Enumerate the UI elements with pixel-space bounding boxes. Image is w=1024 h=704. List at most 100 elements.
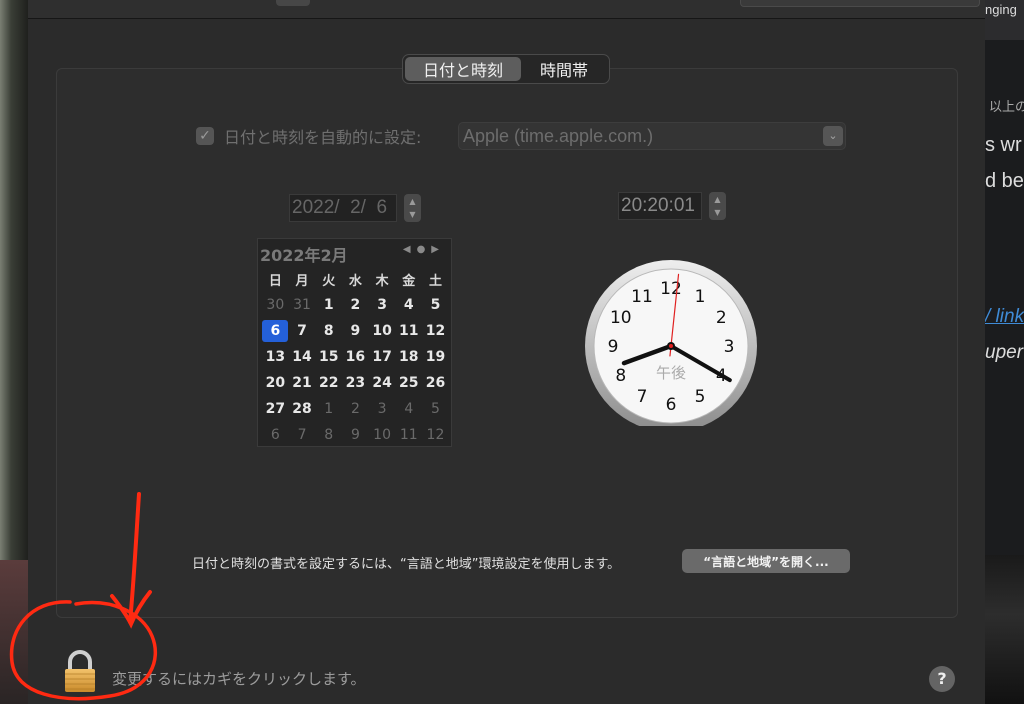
calendar-day-number: 4 xyxy=(403,297,414,313)
clock-center-dot xyxy=(669,344,673,348)
calendar-day[interactable]: 28 xyxy=(289,401,316,417)
background-text-row3: d be xyxy=(985,170,1024,192)
clock-numeral: 11 xyxy=(631,287,653,307)
calendar-day[interactable]: 7 xyxy=(289,323,316,339)
settings-panel xyxy=(56,68,958,618)
calendar-day[interactable]: 27 xyxy=(262,401,289,417)
background-photo xyxy=(985,555,1024,704)
calendar-day[interactable]: 10 xyxy=(369,427,396,443)
calendar-day[interactable]: 7 xyxy=(289,427,316,443)
calendar-day-number: 1 xyxy=(323,297,334,313)
calendar-day[interactable]: 31 xyxy=(289,297,316,313)
prev-month-icon[interactable]: ◀ xyxy=(403,244,417,255)
calendar-day-number: 1 xyxy=(324,401,334,417)
background-text-top: nging xyxy=(985,2,1017,17)
weekday-label: 土 xyxy=(428,273,442,289)
calendar-day[interactable]: 4 xyxy=(395,297,422,313)
toolbar-button[interactable] xyxy=(276,0,310,6)
calendar-day[interactable]: 6 xyxy=(262,427,289,443)
chevron-down-icon[interactable]: ⌄ xyxy=(823,126,843,146)
calendar-day[interactable]: 4 xyxy=(395,401,422,417)
calendar-day[interactable]: 3 xyxy=(369,401,396,417)
calendar-day[interactable]: 12 xyxy=(422,427,449,443)
calendar-day[interactable]: 8 xyxy=(315,427,342,443)
clock-numeral: 9 xyxy=(608,337,619,357)
calendar-week-row: 6 7 8 9 10 11 12 xyxy=(262,422,449,448)
calendar-day-number: 2 xyxy=(350,297,361,313)
calendar-day[interactable]: 10 xyxy=(369,323,396,339)
calendar-day[interactable]: 3 xyxy=(369,297,396,313)
weekday-label: 木 xyxy=(375,273,389,289)
calendar-day[interactable]: 18 xyxy=(395,349,422,365)
calendar-day[interactable]: 17 xyxy=(369,349,396,365)
toolbar-search-field[interactable] xyxy=(740,0,980,7)
calendar-day[interactable]: 24 xyxy=(369,375,396,391)
help-button[interactable]: ? xyxy=(929,666,955,692)
calendar-day-number: 11 xyxy=(399,323,419,339)
calendar-day[interactable]: 11 xyxy=(395,323,422,339)
calendar-day[interactable]: 26 xyxy=(422,375,449,391)
calendar-day[interactable]: 23 xyxy=(342,375,369,391)
calendar-week-row: 30 31 1 2 3 4 5 xyxy=(262,292,449,318)
calendar-day[interactable]: 1 xyxy=(315,297,342,313)
clock-numeral: 6 xyxy=(666,395,677,415)
time-server-value: Apple (time.apple.com.) xyxy=(463,126,654,146)
calendar-day-number: 20 xyxy=(265,375,286,391)
today-dot-icon[interactable]: ● xyxy=(417,244,432,255)
calendar-week-row: 13 14 15 16 17 18 19 xyxy=(262,344,449,370)
calendar-day[interactable]: 13 xyxy=(262,349,289,365)
calendar-day-number: 3 xyxy=(377,297,387,313)
format-hint-text: 日付と時刻の書式を設定するには、“言語と地域”環境設定を使用します。 xyxy=(192,557,621,572)
calendar-day[interactable]: 5 xyxy=(422,297,449,313)
calendar-day[interactable]: 8 xyxy=(315,323,342,339)
calendar-day[interactable]: 30 xyxy=(262,297,289,313)
calendar-day-number: 12 xyxy=(425,323,446,339)
clock-numeral: 5 xyxy=(695,387,706,407)
calendar-day[interactable]: 2 xyxy=(342,297,369,313)
background-window: nging 以上の s wr d be / link uper xyxy=(985,0,1024,704)
calendar-day-number: 24 xyxy=(372,375,392,391)
calendar-day-number: 12 xyxy=(426,427,445,443)
calendar-day[interactable]: 12 xyxy=(422,323,449,339)
auto-set-checkbox[interactable]: ✓ xyxy=(196,127,214,145)
calendar-day[interactable]: 21 xyxy=(289,375,316,391)
open-language-region-button[interactable]: “言語と地域”を開く... xyxy=(682,549,850,573)
calendar-day-number: 7 xyxy=(297,323,307,339)
calendar-day-number: 18 xyxy=(399,349,419,365)
time-server-select[interactable]: Apple (time.apple.com.) ⌄ xyxy=(458,122,846,150)
background-app-strip xyxy=(0,0,28,704)
calendar-day-number: 14 xyxy=(292,349,312,365)
time-stepper[interactable]: ▲ ▼ xyxy=(709,192,726,220)
calendar-day[interactable]: 9 xyxy=(342,427,369,443)
auto-set-label: 日付と時刻を自動的に設定: xyxy=(224,128,422,147)
calendar-day-number: 19 xyxy=(425,349,446,365)
calendar-day-number: 26 xyxy=(425,375,446,391)
time-field[interactable]: 20:20:01 xyxy=(618,192,702,220)
calendar-day[interactable]: 2 xyxy=(342,401,369,417)
calendar-day[interactable]: 25 xyxy=(395,375,422,391)
weekday-label: 水 xyxy=(348,273,362,289)
calendar-day[interactable]: 15 xyxy=(315,349,342,365)
background-text-row1: 以上の xyxy=(989,99,1024,114)
calendar-day-number: 30 xyxy=(266,297,285,313)
clock-numeral: 10 xyxy=(610,308,632,328)
calendar-day-number: 8 xyxy=(323,323,334,339)
calendar-day[interactable]: 20 xyxy=(262,375,289,391)
calendar-day[interactable]: 22 xyxy=(315,375,342,391)
tab-date-time[interactable]: 日付と時刻 xyxy=(405,57,521,81)
date-stepper[interactable]: ▲ ▼ xyxy=(404,194,421,222)
calendar-day[interactable]: 9 xyxy=(342,323,369,339)
lock-icon[interactable] xyxy=(62,650,98,694)
calendar-day[interactable]: 14 xyxy=(289,349,316,365)
calendar-day[interactable]: 1 xyxy=(315,401,342,417)
calendar-grid: 日月火水木金土 30 31 1 2 3 4 5 6 7 8 9 10 11 12 13 14 15 16 17 18 19… xyxy=(262,266,449,448)
tab-time-zone[interactable]: 時間帯 xyxy=(521,57,607,81)
calendar-day[interactable]: 11 xyxy=(395,427,422,443)
background-link[interactable]: / link xyxy=(985,306,1024,328)
calendar-day-selected[interactable]: 6 xyxy=(262,320,289,342)
date-field[interactable]: 2022/ 2/ 6 xyxy=(289,194,397,222)
next-month-icon[interactable]: ▶ xyxy=(431,244,445,255)
calendar-day[interactable]: 5 xyxy=(422,401,449,417)
calendar-day[interactable]: 19 xyxy=(422,349,449,365)
calendar-day[interactable]: 16 xyxy=(342,349,369,365)
